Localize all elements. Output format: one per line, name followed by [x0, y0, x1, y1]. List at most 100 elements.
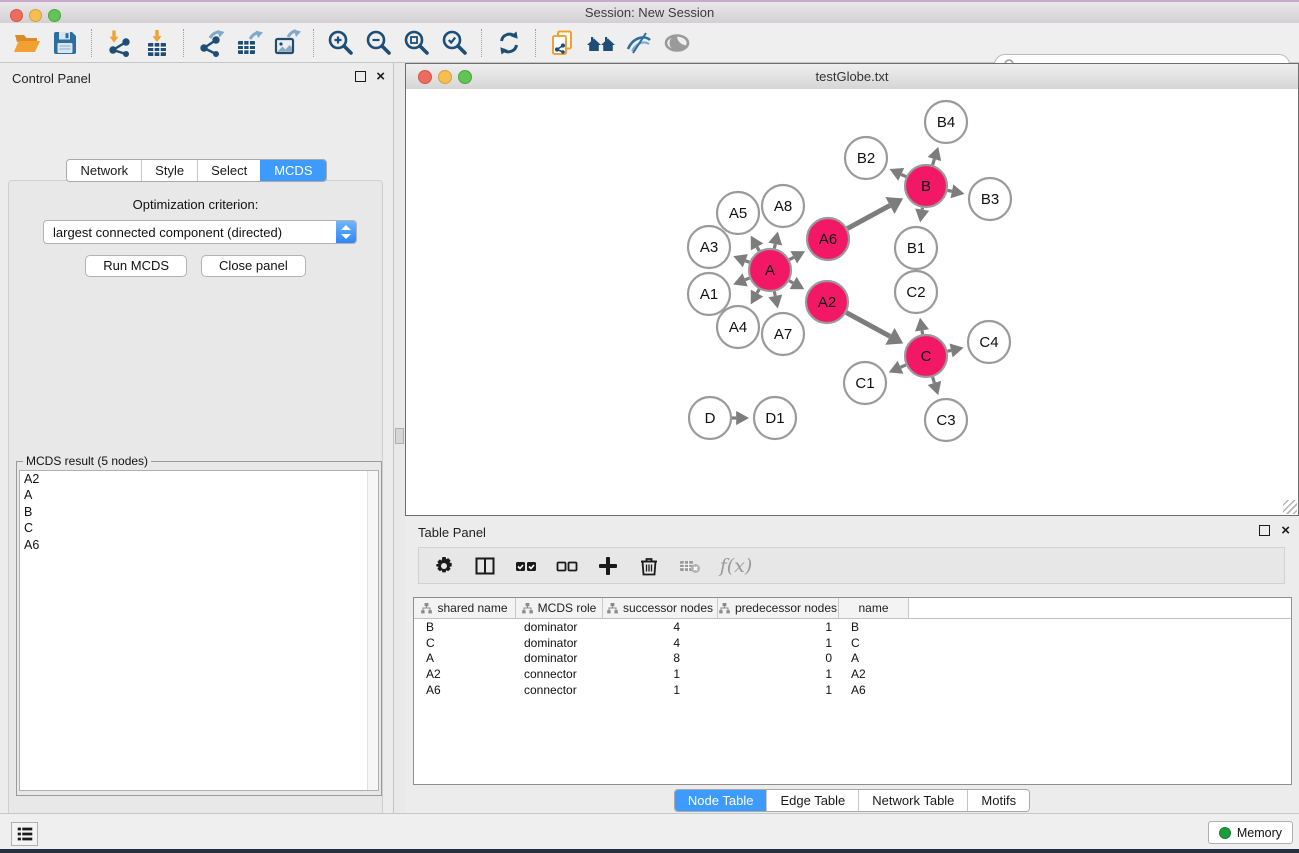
export-table-button[interactable]	[232, 27, 266, 59]
zoom-out-button[interactable]	[362, 27, 396, 59]
column-header[interactable]: successor nodes	[603, 598, 718, 618]
table-cell[interactable]: 8	[603, 651, 718, 665]
function-builder-button[interactable]: f(x)	[719, 554, 753, 578]
table-row[interactable]: A2connector11A2	[414, 666, 1291, 682]
float-panel-icon[interactable]	[355, 71, 366, 82]
table-cell[interactable]: dominator	[516, 651, 603, 665]
table-cell[interactable]: A2	[414, 667, 516, 681]
minimize-network-icon[interactable]	[438, 70, 452, 84]
table-cell[interactable]: A	[839, 651, 909, 665]
graph-edge[interactable]	[757, 289, 759, 293]
tab-select[interactable]: Select	[197, 160, 260, 181]
graph-edge[interactable]	[846, 313, 890, 337]
delete-column-button[interactable]	[637, 554, 661, 578]
show-hide-button[interactable]	[660, 27, 694, 59]
zoom-selected-button[interactable]	[438, 27, 472, 59]
table-cell[interactable]: connector	[516, 667, 603, 681]
table-options-button[interactable]	[432, 554, 456, 578]
close-panel-icon[interactable]: ×	[376, 71, 385, 82]
column-header[interactable]: shared name	[414, 598, 516, 618]
zoom-in-button[interactable]	[324, 27, 358, 59]
show-columns-button[interactable]	[473, 554, 497, 578]
table-cell[interactable]: A6	[839, 683, 909, 697]
table-cell[interactable]: 1	[603, 683, 718, 697]
mcds-result-item[interactable]: A2	[20, 471, 378, 487]
mcds-result-list[interactable]: A2ABCA6	[19, 470, 379, 791]
graph-edge[interactable]	[745, 278, 749, 280]
table-cell[interactable]: 1	[718, 683, 839, 697]
graph-edge[interactable]	[745, 261, 749, 263]
select-all-button[interactable]	[514, 554, 538, 578]
run-mcds-button[interactable]: Run MCDS	[85, 255, 187, 277]
export-image-button[interactable]	[270, 27, 304, 59]
table-cell[interactable]: dominator	[516, 636, 603, 650]
import-table-button[interactable]	[140, 27, 174, 59]
table-cell[interactable]: B	[839, 620, 909, 634]
column-header[interactable]: MCDS role	[516, 598, 603, 618]
close-panel-button[interactable]: Close panel	[201, 255, 306, 277]
tab-network-table[interactable]: Network Table	[858, 790, 967, 811]
table-cell[interactable]: 4	[603, 636, 718, 650]
table-cell[interactable]: C	[839, 636, 909, 650]
export-network-button[interactable]	[194, 27, 228, 59]
close-table-panel-icon[interactable]: ×	[1281, 525, 1290, 536]
network-window-titlebar[interactable]: testGlobe.txt	[406, 64, 1298, 90]
table-cell[interactable]: 1	[603, 667, 718, 681]
graph-edge[interactable]	[757, 247, 759, 251]
tab-edge-table[interactable]: Edge Table	[766, 790, 858, 811]
tab-mcds[interactable]: MCDS	[260, 160, 325, 181]
table-cell[interactable]: C	[414, 636, 516, 650]
graph-edge[interactable]	[901, 365, 906, 367]
deselect-all-button[interactable]	[555, 554, 579, 578]
float-table-panel-icon[interactable]	[1259, 525, 1270, 536]
mcds-result-item[interactable]: A6	[20, 537, 378, 553]
graph-edge[interactable]	[774, 292, 775, 296]
table-cell[interactable]: 1	[718, 667, 839, 681]
zoom-window-icon[interactable]	[48, 9, 61, 22]
dropdown-stepper-icon[interactable]	[336, 221, 356, 243]
table-row[interactable]: Bdominator41B	[414, 619, 1291, 635]
table-row[interactable]: Cdominator41C	[414, 635, 1291, 651]
optimization-criterion-select[interactable]: largest connected component (directed)	[43, 220, 357, 244]
save-session-button[interactable]	[48, 27, 82, 59]
network-from-file-button[interactable]	[546, 27, 580, 59]
scrollbar-track[interactable]	[367, 471, 378, 790]
close-window-icon[interactable]	[10, 9, 23, 22]
table-cell[interactable]: 4	[603, 620, 718, 634]
tab-network[interactable]: Network	[67, 160, 141, 181]
column-header[interactable]: predecessor nodes	[718, 598, 839, 618]
open-session-button[interactable]	[10, 27, 44, 59]
panel-splitter-handle[interactable]	[395, 428, 404, 444]
table-row[interactable]: A6connector11A6	[414, 682, 1291, 698]
graph-edge[interactable]	[947, 350, 951, 351]
tab-node-table[interactable]: Node Table	[675, 790, 767, 811]
table-cell[interactable]: connector	[516, 683, 603, 697]
graph-edge[interactable]	[789, 257, 793, 259]
node-table[interactable]: shared nameMCDS rolesuccessor nodesprede…	[413, 597, 1292, 785]
import-network-button[interactable]	[102, 27, 136, 59]
tab-motifs[interactable]: Motifs	[967, 790, 1029, 811]
table-cell[interactable]: A2	[839, 667, 909, 681]
home-button[interactable]	[584, 27, 618, 59]
mcds-result-item[interactable]: C	[20, 520, 378, 536]
table-cell[interactable]: 0	[718, 651, 839, 665]
add-column-button[interactable]	[596, 554, 620, 578]
network-graph[interactable]: B4B2BB3A5A8A6B1A3AC2A1A2A4A7CC4C1C3DD1	[406, 89, 1298, 515]
table-cell[interactable]: 1	[718, 636, 839, 650]
mcds-result-item[interactable]: A	[20, 487, 378, 503]
graph-edge[interactable]	[789, 281, 793, 283]
refresh-button[interactable]	[492, 27, 526, 59]
table-cell[interactable]: B	[414, 620, 516, 634]
window-titlebar[interactable]: Session: New Session	[0, 2, 1299, 24]
tab-style[interactable]: Style	[141, 160, 197, 181]
mcds-result-item[interactable]: B	[20, 504, 378, 520]
graph-edge[interactable]	[774, 244, 775, 248]
column-header[interactable]: name	[839, 598, 909, 618]
graph-edge[interactable]	[847, 206, 890, 229]
table-cell[interactable]: A6	[414, 683, 516, 697]
graphics-details-button[interactable]	[622, 27, 656, 59]
table-cell[interactable]: dominator	[516, 620, 603, 634]
memory-button[interactable]: Memory	[1208, 821, 1293, 844]
task-history-button[interactable]	[11, 822, 38, 846]
zoom-fit-button[interactable]	[400, 27, 434, 59]
